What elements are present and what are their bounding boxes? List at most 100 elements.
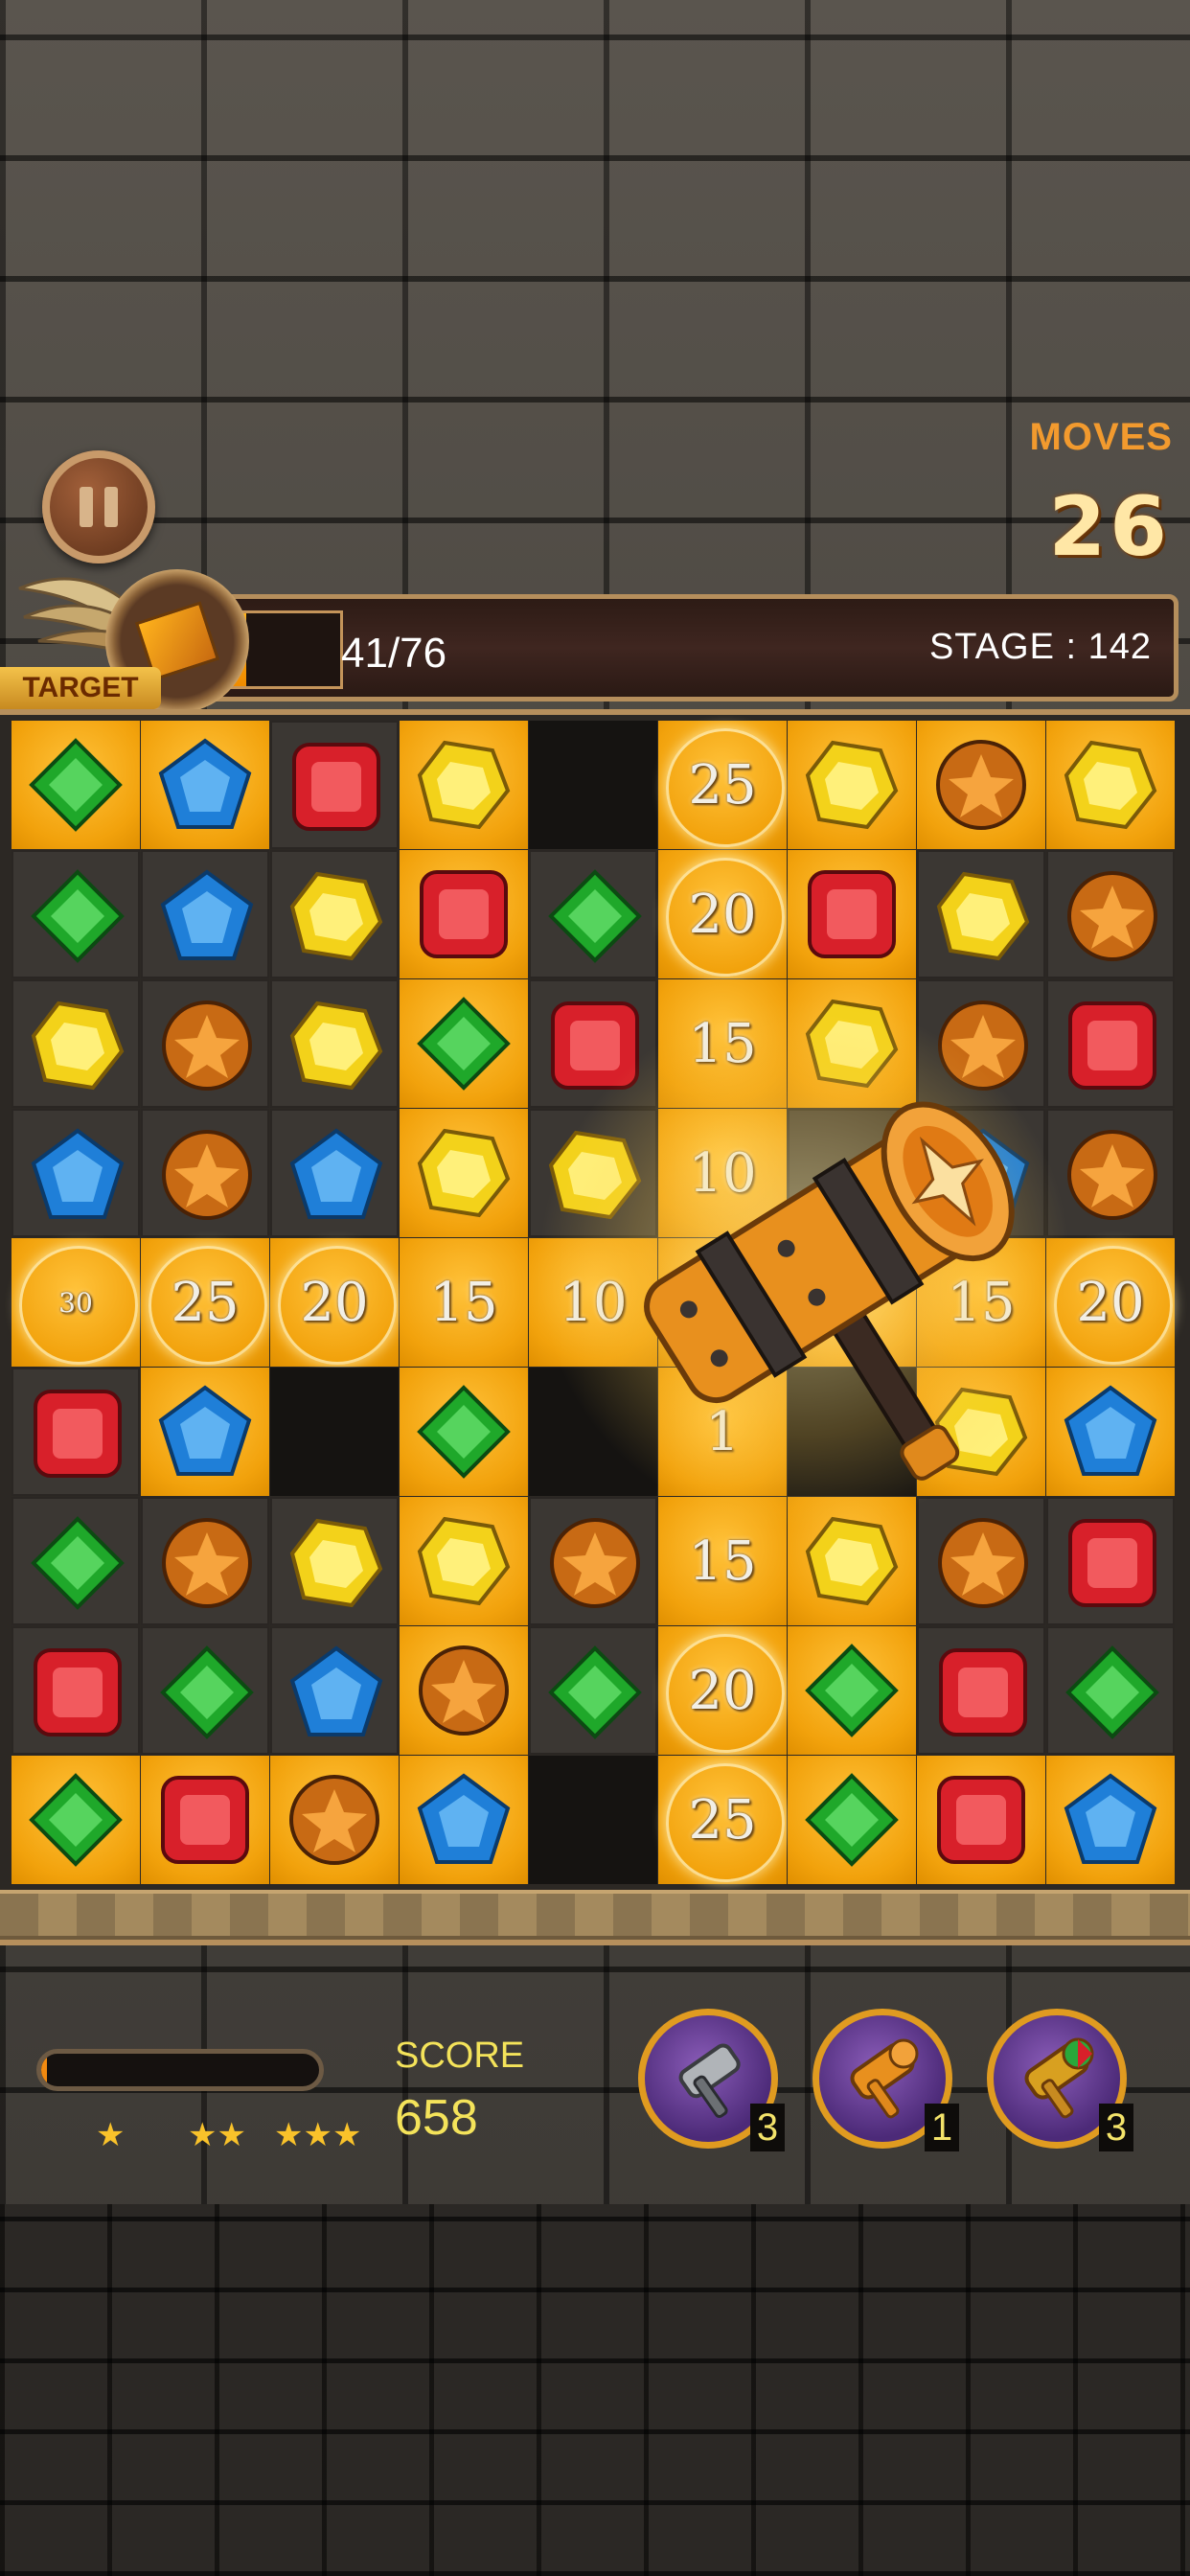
- board-cell[interactable]: [11, 1626, 140, 1755]
- board-cell[interactable]: [270, 850, 399, 978]
- board-cell[interactable]: 30: [11, 1238, 140, 1367]
- green-gem-icon: [805, 1644, 899, 1737]
- board-cell[interactable]: [529, 721, 657, 849]
- board-cell[interactable]: [1046, 1497, 1175, 1625]
- board-cell[interactable]: [788, 1756, 916, 1884]
- yellow-gem-icon: [936, 871, 1030, 961]
- board-cell[interactable]: [1046, 979, 1175, 1108]
- board-cell[interactable]: [400, 1756, 528, 1884]
- points-popup: 25: [171, 1271, 240, 1334]
- red-gem-icon: [808, 870, 896, 958]
- board-cell[interactable]: 15: [400, 1238, 528, 1367]
- score-progress-bar: [36, 2049, 324, 2091]
- board-cell[interactable]: [400, 1109, 528, 1237]
- board-cell[interactable]: 20: [270, 1238, 399, 1367]
- moves-counter: 26: [1048, 479, 1171, 575]
- board-cell[interactable]: [788, 721, 916, 849]
- board-cell[interactable]: [400, 850, 528, 978]
- points-popup: 15: [429, 1271, 498, 1334]
- board-cell[interactable]: [141, 850, 269, 978]
- board-cell[interactable]: [529, 850, 657, 978]
- board-cell[interactable]: [11, 850, 140, 978]
- yellow-gem-icon: [805, 740, 899, 830]
- target-tab: TARGET: [0, 667, 161, 709]
- points-popup: 20: [688, 1659, 757, 1722]
- booster-count: 3: [750, 2104, 785, 2151]
- hammer-icon: [644, 1101, 1015, 1481]
- target-progress-text: 41/76: [341, 630, 447, 677]
- board-cell[interactable]: 25: [658, 721, 787, 849]
- board-cell[interactable]: 25: [658, 1756, 787, 1884]
- board-cell[interactable]: [1046, 1368, 1175, 1496]
- board-cell[interactable]: [11, 1109, 140, 1237]
- pause-button[interactable]: [42, 450, 155, 564]
- board-cell[interactable]: [917, 721, 1045, 849]
- blue-gem-icon: [417, 1773, 511, 1864]
- moves-label: MOVES: [1029, 416, 1173, 458]
- board-cell[interactable]: [917, 850, 1045, 978]
- orange-gem-icon: [936, 740, 1026, 830]
- yellow-gem-icon: [1064, 740, 1157, 830]
- board-cell[interactable]: [1046, 721, 1175, 849]
- board-cell[interactable]: [11, 1497, 140, 1625]
- board-cell[interactable]: [1046, 1756, 1175, 1884]
- board-cell[interactable]: [270, 1109, 399, 1237]
- booster-count: 1: [925, 2104, 959, 2151]
- rainbow-hammer-booster[interactable]: 3: [987, 2009, 1133, 2151]
- yellow-gem-icon: [417, 1516, 511, 1606]
- board-cell[interactable]: [400, 721, 528, 849]
- points-popup: 25: [688, 753, 757, 816]
- board-cell[interactable]: [141, 1368, 269, 1496]
- rainbow-hammer-icon: [1024, 2037, 1094, 2119]
- hammer-icon: [850, 2038, 919, 2119]
- board-cell[interactable]: [400, 979, 528, 1108]
- blue-gem-icon: [31, 1128, 125, 1219]
- orange-gem-icon: [1067, 1130, 1157, 1220]
- board-cell[interactable]: [400, 1368, 528, 1496]
- board-cell[interactable]: [788, 850, 916, 978]
- board-cell[interactable]: [141, 1626, 269, 1755]
- pickaxe-booster[interactable]: 3: [638, 2009, 785, 2151]
- hammer-booster[interactable]: 1: [812, 2009, 959, 2151]
- board-cell[interactable]: [529, 1626, 657, 1755]
- board-cell[interactable]: [270, 1626, 399, 1755]
- board-cell[interactable]: [141, 1109, 269, 1237]
- board-cell[interactable]: 20: [658, 850, 787, 978]
- board-cell[interactable]: [917, 1626, 1045, 1755]
- board-cell[interactable]: [270, 721, 399, 849]
- board-cell[interactable]: [788, 1626, 916, 1755]
- two-star-icon: ★★: [188, 2116, 246, 2154]
- board-cell[interactable]: [270, 1368, 399, 1496]
- board-cell[interactable]: [400, 1497, 528, 1625]
- board-cell[interactable]: [529, 1756, 657, 1884]
- red-gem-icon: [161, 1776, 249, 1864]
- board-cell[interactable]: [1046, 1626, 1175, 1755]
- board-cell[interactable]: 20: [658, 1626, 787, 1755]
- board-cell[interactable]: [11, 721, 140, 849]
- board-cell[interactable]: [11, 1368, 140, 1496]
- red-gem-icon: [292, 743, 380, 831]
- board-cell[interactable]: 25: [141, 1238, 269, 1367]
- green-gem-icon: [417, 997, 511, 1091]
- green-gem-icon: [31, 869, 125, 963]
- green-gem-icon: [548, 1645, 642, 1739]
- orange-gem-icon: [1067, 871, 1157, 961]
- board-cell[interactable]: [270, 1756, 399, 1884]
- board-cell[interactable]: [11, 979, 140, 1108]
- board-cell[interactable]: [141, 979, 269, 1108]
- board-cell[interactable]: [270, 979, 399, 1108]
- board-cell[interactable]: [141, 1497, 269, 1625]
- pause-icon: [80, 487, 93, 527]
- board-cell[interactable]: [270, 1497, 399, 1625]
- red-gem-icon: [939, 1648, 1027, 1736]
- board-cell[interactable]: [141, 721, 269, 849]
- board-cell[interactable]: [11, 1756, 140, 1884]
- board-cell[interactable]: [400, 1626, 528, 1755]
- board-cell[interactable]: [141, 1756, 269, 1884]
- points-popup: 25: [688, 1788, 757, 1852]
- board-cell[interactable]: [1046, 850, 1175, 978]
- green-gem-icon: [29, 1773, 123, 1867]
- board-cell[interactable]: [917, 1756, 1045, 1884]
- green-gem-icon: [160, 1645, 254, 1739]
- booster-count: 3: [1099, 2104, 1133, 2151]
